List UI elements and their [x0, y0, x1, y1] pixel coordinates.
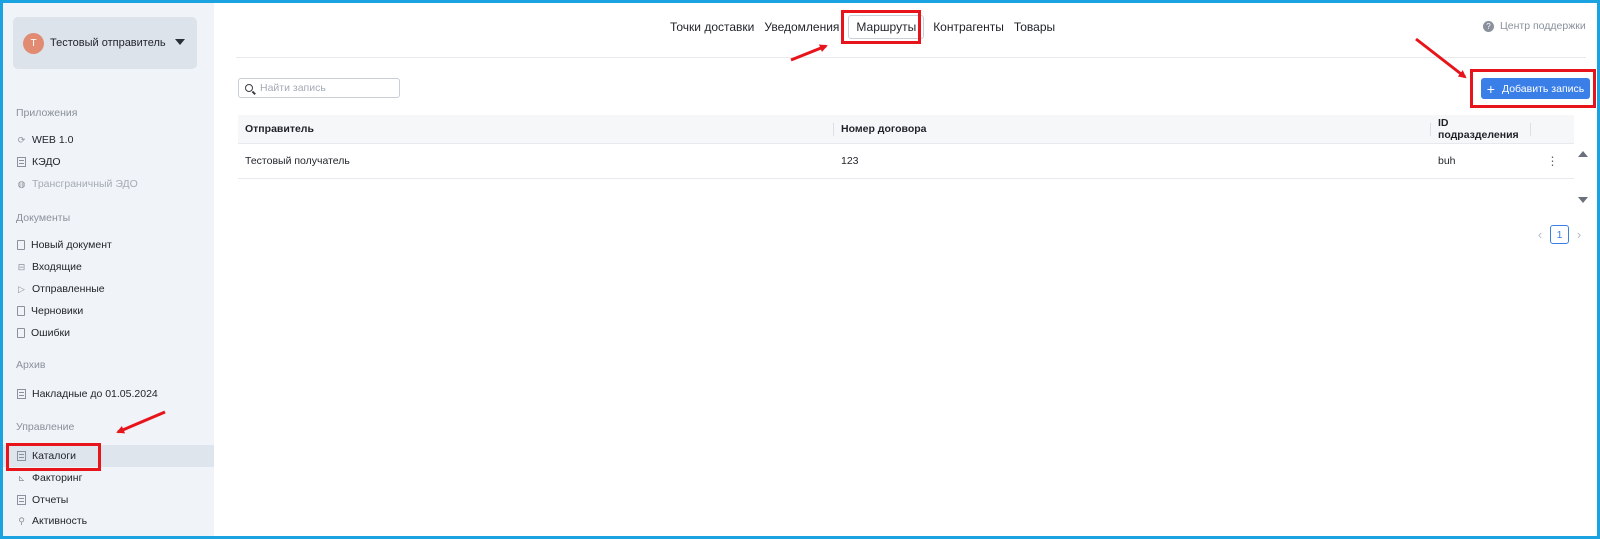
catalog-icon	[17, 451, 26, 461]
tab-delivery-points[interactable]: Точки доставки	[665, 15, 759, 39]
search-icon	[245, 84, 253, 92]
cell-contract: 123	[841, 155, 859, 167]
question-icon: ?	[1483, 20, 1494, 32]
account-switcher[interactable]: T Тестовый отправитель	[13, 17, 197, 69]
sidebar-item-catalogs[interactable]: Каталоги	[3, 445, 214, 467]
sidebar-item-label: Каталоги	[32, 450, 77, 462]
divider	[236, 57, 1586, 58]
tab-counterparties[interactable]: Контрагенты	[928, 15, 1009, 39]
sidebar-item-kedo[interactable]: КЭДО	[3, 151, 214, 173]
tab-notifications[interactable]: Уведомления	[759, 15, 844, 39]
help-center-label: Центр поддержки	[1500, 20, 1586, 32]
sidebar-item-new-document[interactable]: Новый документ	[3, 234, 214, 256]
sidebar-item-drafts[interactable]: Черновики	[3, 300, 214, 322]
sync-icon: ⟳	[17, 134, 26, 145]
sidebar-item-reports[interactable]: Отчеты	[3, 489, 214, 511]
table-header: Отправитель Номер договора ID подразделе…	[238, 115, 1574, 144]
sidebar-item-label: Черновики	[31, 305, 84, 317]
caret-down-icon[interactable]	[175, 39, 185, 45]
sidebar-item-activity[interactable]: ⚲ Активность	[3, 510, 214, 532]
search-input[interactable]	[260, 82, 390, 94]
sidebar-item-label: Накладные до 01.05.2024	[32, 388, 158, 400]
catalog-tabs: Точки доставки Уведомления Маршруты Конт…	[665, 12, 1060, 42]
chart-icon: ⊾	[17, 472, 26, 483]
cell-sender: Тестовый получатель	[245, 155, 350, 167]
sidebar-item-label: Отправленные	[32, 283, 105, 295]
new-document-icon	[17, 240, 25, 250]
tab-routes[interactable]: Маршруты	[848, 15, 925, 39]
help-center-link[interactable]: ? Центр поддержки	[1483, 20, 1586, 32]
section-title-archive: Архив	[16, 359, 46, 371]
cell-unit-id: buh	[1438, 155, 1456, 167]
sidebar-item-label: Ошибки	[31, 327, 70, 339]
column-header-unit-id[interactable]: ID подразделения	[1431, 115, 1531, 143]
section-title-apps: Приложения	[16, 107, 78, 119]
add-record-label: Добавить запись	[1501, 82, 1585, 95]
sidebar-item-label: Новый документ	[31, 239, 112, 251]
account-name: Тестовый отправитель	[50, 37, 166, 49]
sidebar-item-invoices-archive[interactable]: Накладные до 01.05.2024	[3, 383, 214, 405]
next-page-icon[interactable]: ›	[1573, 227, 1585, 242]
search-icon: ⚲	[18, 515, 25, 526]
draft-icon	[17, 306, 25, 316]
scroll-up-arrow-icon[interactable]	[1578, 151, 1588, 157]
list-icon	[17, 389, 26, 399]
sidebar-item-sent[interactable]: ▷ Отправленные	[3, 278, 214, 300]
column-header-sender[interactable]: Отправитель	[238, 115, 834, 143]
scroll-down-arrow-icon[interactable]	[1578, 197, 1588, 203]
sidebar-item-inbox[interactable]: ⊟ Входящие	[3, 256, 214, 278]
sidebar: T Тестовый отправитель Приложения ⟳ WEB …	[3, 3, 214, 536]
sidebar-item-label: Входящие	[32, 261, 82, 273]
search-box	[238, 78, 400, 98]
row-menu-button[interactable]: ⋮	[1531, 144, 1574, 178]
document-list-icon	[17, 157, 26, 167]
send-icon: ▷	[18, 283, 25, 294]
sidebar-item-label: Факторинг	[32, 472, 83, 484]
section-title-management: Управление	[16, 421, 75, 433]
sidebar-item-label: Активность	[32, 515, 88, 527]
pagination: ‹ 1 ›	[1534, 225, 1585, 244]
arrow-to-add-button	[1415, 37, 1467, 79]
more-vertical-icon: ⋮	[1546, 154, 1559, 168]
table-row[interactable]: Тестовый получатель 123 buh ⋮	[238, 144, 1574, 179]
avatar: T	[23, 32, 44, 54]
report-icon	[17, 495, 26, 505]
inbox-icon: ⊟	[17, 261, 26, 272]
section-title-documents: Документы	[16, 212, 71, 224]
sidebar-item-factoring[interactable]: ⊾ Факторинг	[3, 467, 214, 489]
error-document-icon	[17, 328, 25, 338]
sidebar-item-label: КЭДО	[32, 156, 61, 168]
column-header-contract[interactable]: Номер договора	[834, 115, 1431, 143]
page-number[interactable]: 1	[1550, 225, 1569, 244]
routes-table: Отправитель Номер договора ID подразделе…	[238, 115, 1574, 179]
sidebar-item-label: WEB 1.0	[32, 134, 74, 146]
sidebar-item-label: Отчеты	[32, 494, 69, 506]
sidebar-item-cross-border-edo[interactable]: ◍ Трансграничный ЭДО	[3, 173, 214, 195]
prev-page-icon[interactable]: ‹	[1534, 227, 1546, 242]
globe-icon: ◍	[17, 178, 26, 189]
plus-icon: +	[1486, 80, 1495, 97]
sidebar-item-label: Трансграничный ЭДО	[32, 178, 138, 190]
sidebar-item-web[interactable]: ⟳ WEB 1.0	[3, 129, 214, 151]
column-header-actions	[1531, 115, 1574, 143]
tab-goods[interactable]: Товары	[1009, 15, 1060, 39]
sidebar-item-errors[interactable]: Ошибки	[3, 322, 214, 344]
add-record-button[interactable]: + Добавить запись	[1481, 78, 1590, 99]
